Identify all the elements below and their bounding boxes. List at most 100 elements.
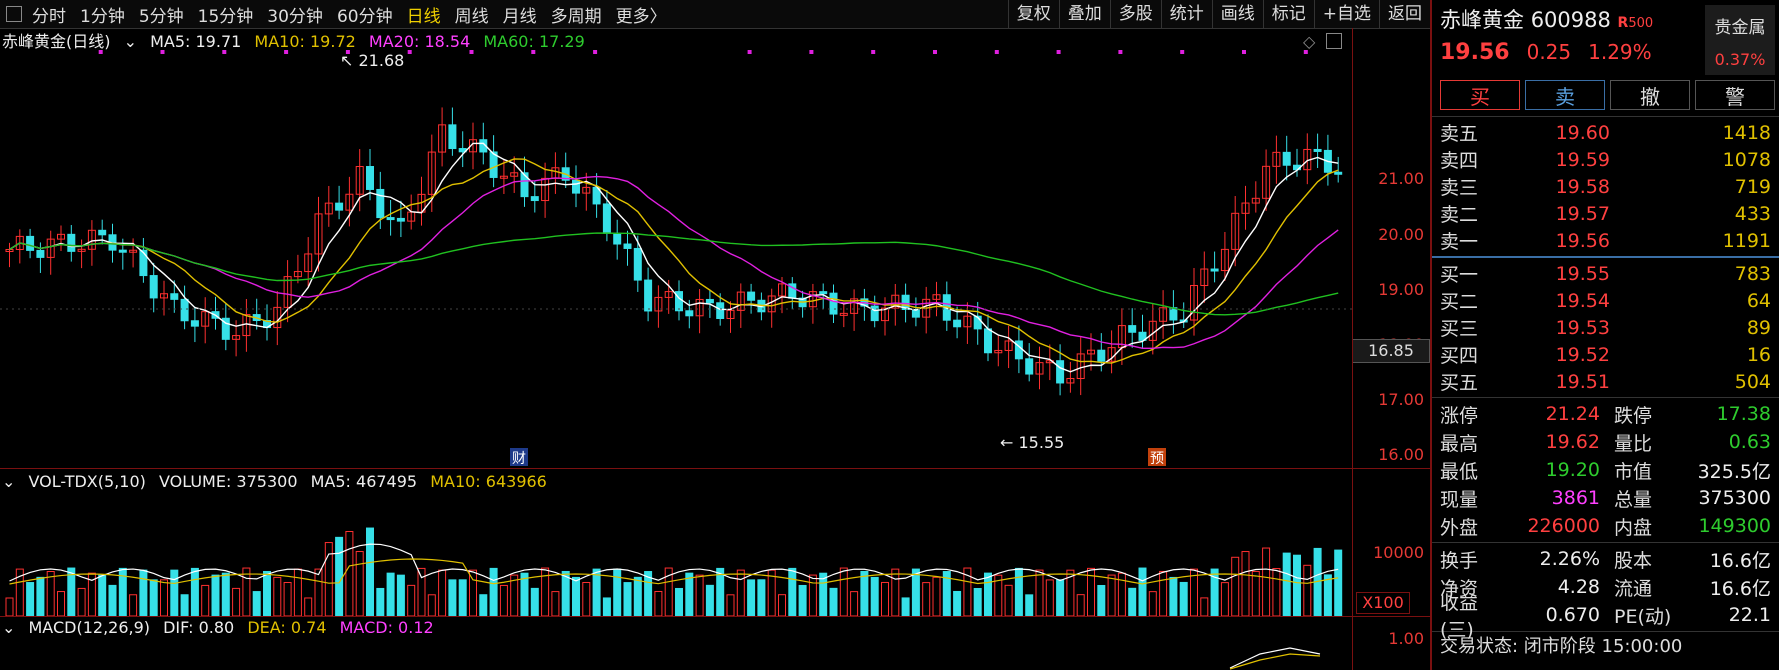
tool-button-6[interactable]: +自选 — [1313, 0, 1379, 28]
current-price: 19.56 — [1440, 40, 1510, 65]
volume-bar — [366, 527, 374, 616]
volume-bar — [911, 568, 920, 616]
layout-toggle-icon[interactable] — [6, 6, 22, 22]
candle-body — [26, 235, 35, 251]
book-price: 19.55 — [1555, 262, 1610, 285]
diamond-icon[interactable]: ◇ — [1303, 32, 1315, 51]
stat-label: 股本 — [1614, 549, 1653, 572]
ma5-label: MA5: 19.71 — [150, 32, 242, 51]
book-row[interactable]: 买二 19.54 64 — [1432, 287, 1779, 314]
volume-bar — [1282, 552, 1291, 616]
candle-body — [1097, 349, 1106, 362]
tab-period-7[interactable]: 周线 — [455, 7, 489, 27]
book-price: 19.52 — [1555, 343, 1610, 366]
book-row[interactable]: 买五 19.51 504 — [1432, 368, 1779, 395]
volume-bar — [314, 568, 323, 616]
stat-value: 375300 — [1698, 487, 1771, 509]
volume-bar — [1045, 579, 1054, 616]
stats-row: 涨停 21.24 跌停 17.38 — [1432, 400, 1779, 428]
badge-500: 500 — [1628, 16, 1654, 31]
tab-period-6[interactable]: 日线 — [407, 7, 441, 27]
stat-label: 外盘 — [1440, 516, 1479, 539]
tab-period-4[interactable]: 30分钟 — [267, 7, 323, 27]
tool-button-2[interactable]: 多股 — [1109, 0, 1161, 28]
volume-bar — [551, 591, 560, 616]
volume-bar — [1107, 574, 1116, 616]
sector-change: 0.37% — [1714, 50, 1766, 69]
chevron-down-icon[interactable]: ⌄ — [2, 618, 15, 637]
tool-button-0[interactable]: 复权 — [1007, 0, 1059, 28]
price-axis-tick: 21.00 — [1378, 169, 1424, 188]
stat-value: 4.28 — [1557, 576, 1600, 598]
volume-bar — [1128, 587, 1137, 616]
candle-body — [149, 275, 158, 299]
volume-bar — [108, 584, 117, 616]
trade-button-2[interactable]: 撤 — [1610, 80, 1690, 110]
stat-label: 换手 — [1440, 549, 1479, 572]
tab-period-3[interactable]: 15分钟 — [198, 7, 254, 27]
volume-bar — [77, 587, 86, 616]
tool-button-4[interactable]: 画线 — [1211, 0, 1263, 28]
book-row[interactable]: 买四 19.52 16 — [1432, 341, 1779, 368]
tool-button-3[interactable]: 统计 — [1160, 0, 1212, 28]
volume-bar — [386, 572, 395, 616]
signal-marker — [222, 50, 227, 54]
candle-body — [1025, 358, 1034, 375]
volume-bar — [1097, 584, 1106, 616]
volume-bar — [263, 570, 271, 616]
candle-body — [335, 202, 344, 211]
signal-marker — [1242, 50, 1246, 54]
trade-button-1[interactable]: 卖 — [1525, 80, 1605, 110]
chevron-down-icon[interactable]: ⌄ — [124, 32, 137, 51]
volume-bar — [1231, 556, 1240, 616]
book-row[interactable]: 买一 19.55 783 — [1432, 260, 1779, 287]
tab-period-10[interactable]: 更多〉 — [616, 7, 667, 27]
tab-period-8[interactable]: 月线 — [503, 7, 537, 27]
chart-tools: 复权 叠加 多股 统计 画线 标记 +自选 返回 — [1007, 0, 1430, 28]
book-row[interactable]: 卖五 19.60 1418 — [1432, 119, 1779, 146]
book-row[interactable]: 卖一 19.56 1191 — [1432, 227, 1779, 254]
candle-body — [1056, 360, 1065, 384]
book-row[interactable]: 卖三 19.58 719 — [1432, 173, 1779, 200]
tab-period-2[interactable]: 5分钟 — [139, 7, 184, 27]
volume-bar — [778, 594, 786, 616]
volume-bar — [747, 579, 756, 616]
volume-bar — [654, 590, 663, 616]
high-marker: ↖ 21.68 — [340, 51, 404, 70]
trade-button-0[interactable]: 买 — [1440, 80, 1520, 110]
tab-period-5[interactable]: 60分钟 — [337, 7, 393, 27]
volume-bar — [160, 579, 168, 616]
volume-bar — [561, 570, 570, 616]
volume-bar — [98, 574, 107, 616]
candle-body — [1169, 307, 1178, 321]
book-volume: 16 — [1746, 343, 1771, 366]
fundamentals-table: 换手 2.26% 股本 16.6亿 净资 4.28 流通 16.6亿 收益(三) 0.670 PE(… — [1432, 545, 1779, 641]
volume-header: ⌄ VOL-TDX(5,10) VOLUME: 375300 MA5: 4674… — [2, 472, 555, 491]
panel-toggle-icon[interactable] — [1326, 33, 1342, 49]
tool-button-1[interactable]: 叠加 — [1058, 0, 1110, 28]
volume-bar — [633, 576, 642, 616]
stat-label: 跌停 — [1614, 404, 1653, 427]
sector-box[interactable]: 贵金属 0.37% — [1705, 5, 1775, 75]
tool-button-7[interactable]: 返回 — [1379, 0, 1430, 28]
chevron-down-icon[interactable]: ⌄ — [2, 472, 15, 491]
tab-period-0[interactable]: 分时 — [32, 7, 66, 27]
candle-body — [1334, 171, 1343, 175]
volume-bar — [1272, 568, 1281, 616]
book-row[interactable]: 买三 19.53 89 — [1432, 314, 1779, 341]
fundamentals-row: 换手 2.26% 股本 16.6亿 — [1432, 545, 1779, 573]
candle-body — [633, 247, 642, 281]
tab-period-1[interactable]: 1分钟 — [80, 7, 125, 27]
book-label: 买一 — [1440, 264, 1479, 286]
tool-button-5[interactable]: 标记 — [1262, 0, 1314, 28]
book-row[interactable]: 卖二 19.57 433 — [1432, 200, 1779, 227]
volume-bar — [139, 569, 148, 616]
candle-body — [623, 243, 632, 249]
volume-bar — [808, 574, 817, 616]
book-row[interactable]: 卖四 19.59 1078 — [1432, 146, 1779, 173]
stat-label: PE(动) — [1614, 605, 1672, 628]
trade-button-3[interactable]: 警 — [1695, 80, 1775, 110]
badge-yu: 预 — [1150, 451, 1164, 467]
volume-bar — [1200, 597, 1209, 616]
tab-period-9[interactable]: 多周期 — [551, 7, 602, 27]
